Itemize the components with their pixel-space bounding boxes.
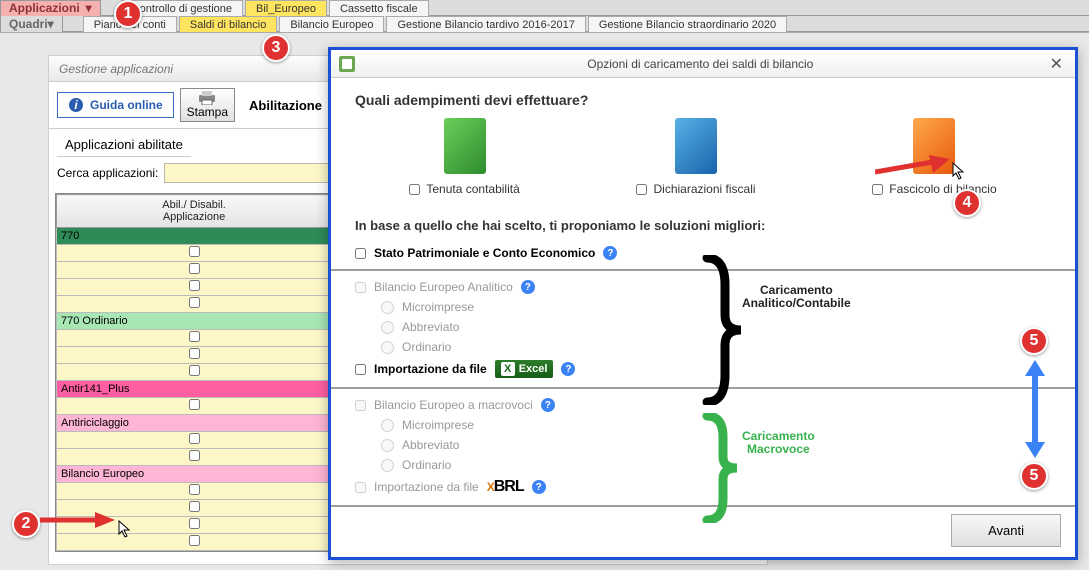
adempimento-checkbox[interactable]: [872, 184, 883, 195]
brace-icon: [695, 413, 745, 523]
enable-checkbox[interactable]: [189, 433, 200, 444]
soluzione-radio[interactable]: [381, 419, 394, 432]
adempimento-option: Dichiarazioni fiscali: [636, 118, 755, 196]
tab-bil-europeo[interactable]: Bil_Europeo: [245, 0, 327, 16]
dialog-icon: [339, 56, 355, 72]
soluzione-radio[interactable]: [381, 459, 394, 472]
chevron-down-icon: ▾: [48, 16, 54, 32]
quadri-button[interactable]: Quadri ▾: [0, 16, 63, 32]
stato-patrimoniale-checkbox[interactable]: [355, 248, 366, 259]
guida-online-button[interactable]: i Guida online: [57, 92, 174, 118]
printer-icon: [197, 91, 217, 105]
soluzione-radio[interactable]: [381, 321, 394, 334]
column-header: Abil./ Disabil.Applicazione: [57, 195, 332, 228]
enable-checkbox[interactable]: [189, 365, 200, 376]
help-icon[interactable]: ?: [532, 480, 546, 494]
enable-checkbox[interactable]: [189, 501, 200, 512]
soluzione-radio[interactable]: [381, 439, 394, 452]
soluzione-radio[interactable]: [381, 341, 394, 354]
annotation-badge-1: 1: [114, 0, 142, 28]
annotation-text-analitico: CaricamentoAnalitico/Contabile: [742, 284, 851, 310]
annotation-badge-5: 5: [1020, 327, 1048, 355]
enable-checkbox[interactable]: [189, 535, 200, 546]
enable-checkbox[interactable]: [189, 246, 200, 257]
enable-checkbox[interactable]: [189, 280, 200, 291]
arrow-icon: [875, 155, 950, 179]
importazione-xbrl-checkbox[interactable]: [355, 482, 366, 493]
software-box-icon: [444, 118, 486, 174]
enable-checkbox[interactable]: [189, 450, 200, 461]
tab-bilancio-europeo[interactable]: Bilancio Europeo: [279, 16, 384, 32]
quadri-label: Quadri: [9, 16, 48, 32]
help-icon[interactable]: ?: [521, 280, 535, 294]
xbrl-tag: XBRL: [487, 478, 524, 496]
help-icon[interactable]: ?: [541, 398, 555, 412]
annotation-badge-5b: 5: [1020, 462, 1048, 490]
brace-icon: [695, 255, 745, 405]
stampa-button[interactable]: Stampa: [180, 88, 235, 122]
annotation-text-macrovoce: CaricamentoMacrovoce: [742, 430, 815, 456]
help-icon[interactable]: ?: [561, 362, 575, 376]
enable-checkbox[interactable]: [189, 297, 200, 308]
enable-checkbox[interactable]: [189, 263, 200, 274]
applicazioni-label: Applicazioni: [9, 0, 80, 16]
arrow-icon: [40, 510, 115, 530]
annotation-badge-3: 3: [262, 34, 290, 62]
adempimento-checkbox[interactable]: [409, 184, 420, 195]
dialog-title: Opzioni di caricamento dei saldi di bila…: [355, 57, 1046, 71]
applicazioni-abilitate-tab[interactable]: Applicazioni abilitate: [57, 133, 191, 157]
applicazioni-button[interactable]: Applicazioni ▾: [0, 0, 101, 16]
search-label: Cerca applicazioni:: [57, 166, 158, 180]
software-box-icon: [675, 118, 717, 174]
adempimento-checkbox[interactable]: [636, 184, 647, 195]
tab-saldi-di-bilancio[interactable]: Saldi di bilancio: [179, 16, 277, 32]
soluzione-radio[interactable]: [381, 301, 394, 314]
enable-checkbox[interactable]: [189, 518, 200, 529]
tab-gestione-bilancio-straordinario-2020[interactable]: Gestione Bilancio straordinario 2020: [588, 16, 787, 32]
info-icon: i: [68, 97, 84, 113]
bilancio-macrovoci-checkbox[interactable]: [355, 400, 366, 411]
double-arrow-icon: [1022, 360, 1048, 458]
enable-checkbox[interactable]: [189, 484, 200, 495]
help-icon[interactable]: ?: [603, 246, 617, 260]
annotation-badge-4: 4: [953, 189, 981, 217]
avanti-button[interactable]: Avanti: [951, 514, 1061, 547]
chevron-down-icon: ▾: [86, 0, 92, 16]
adempimento-option: Tenuta contabilità: [409, 118, 519, 196]
tab-gestione-bilancio-tardivo-2016-2017[interactable]: Gestione Bilancio tardivo 2016-2017: [386, 16, 585, 32]
importazione-excel-checkbox[interactable]: [355, 364, 366, 375]
tab-cassetto-fiscale[interactable]: Cassetto fiscale: [329, 0, 429, 16]
dialog-question: Quali adempimenti devi effettuare?: [331, 78, 1075, 118]
annotation-badge-2: 2: [12, 510, 40, 538]
excel-tag: Excel: [495, 360, 554, 378]
close-icon[interactable]: ✕: [1046, 54, 1067, 74]
bilancio-analitico-checkbox[interactable]: [355, 282, 366, 293]
enable-checkbox[interactable]: [189, 399, 200, 410]
enable-checkbox[interactable]: [189, 348, 200, 359]
abilitazione-heading: Abilitazione: [249, 98, 322, 113]
enable-checkbox[interactable]: [189, 331, 200, 342]
